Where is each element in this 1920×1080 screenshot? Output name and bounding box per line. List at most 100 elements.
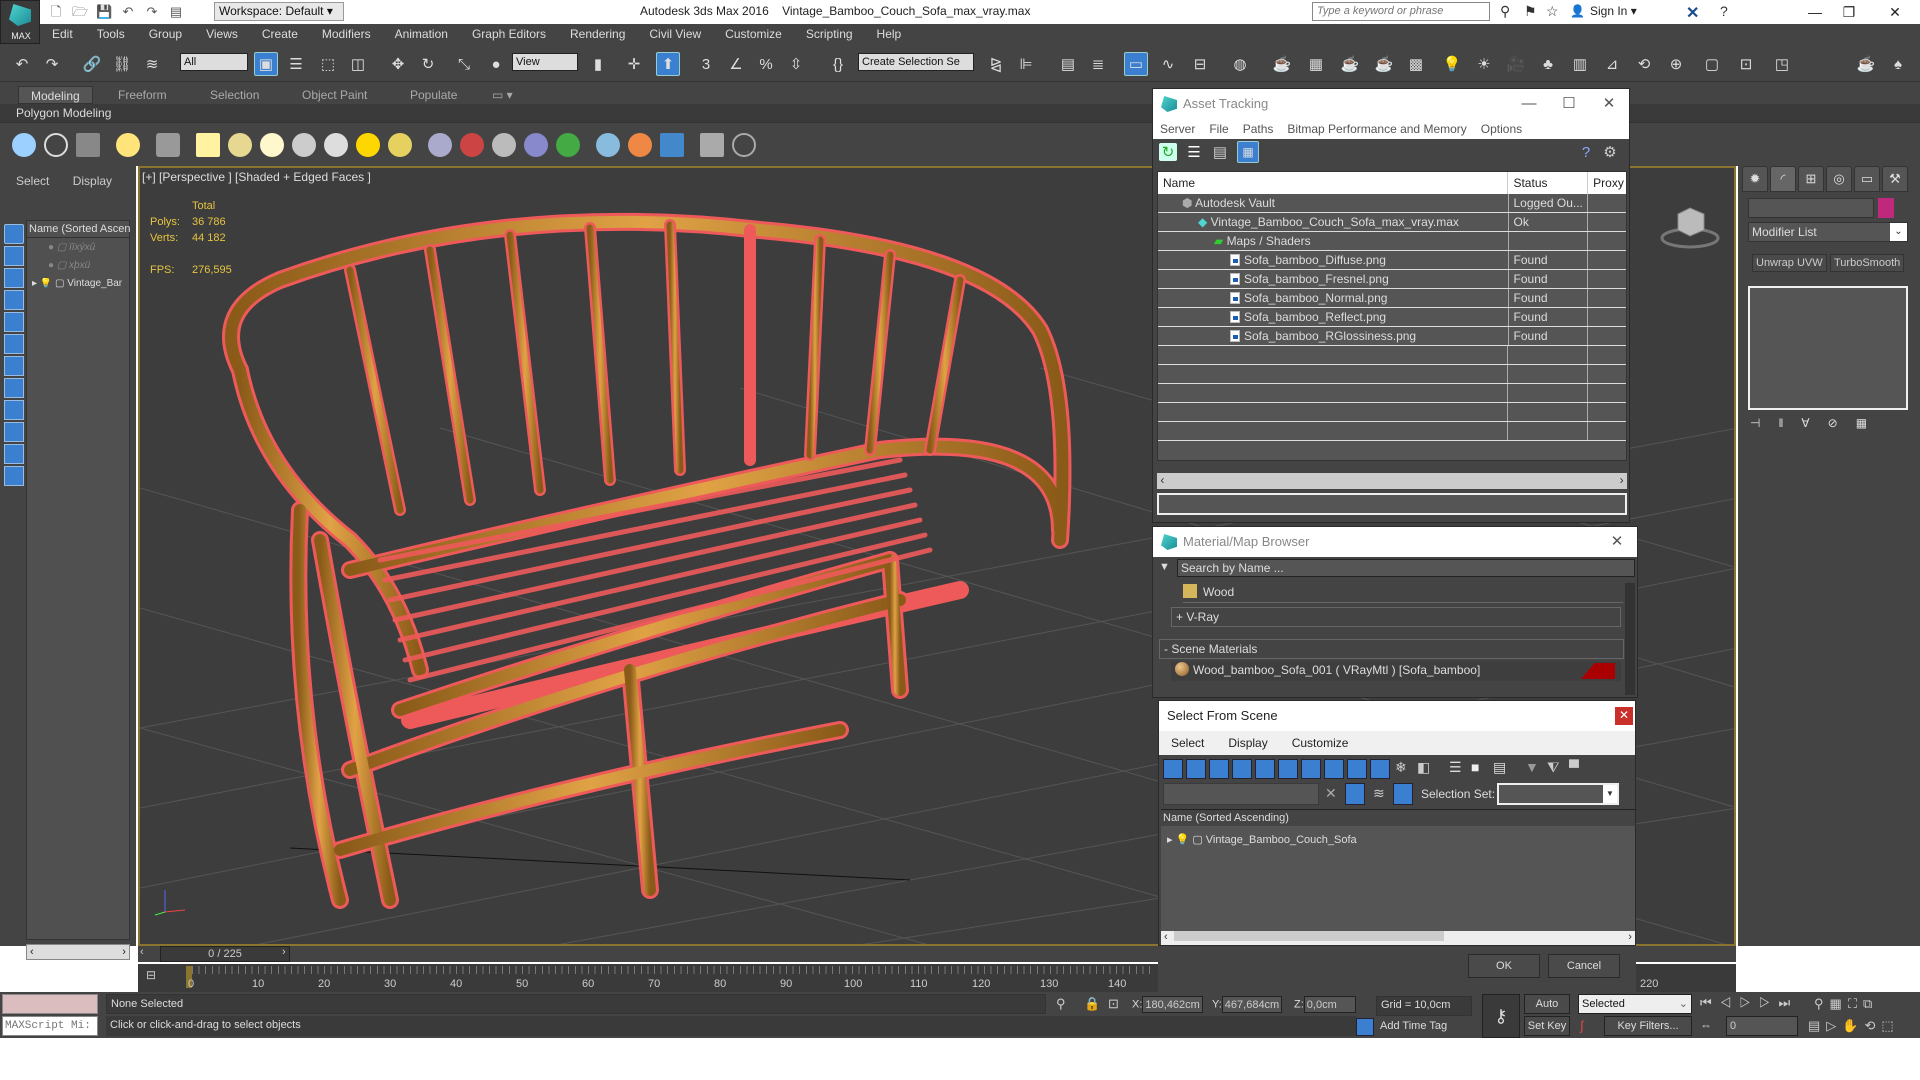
scale-icon[interactable]: ⤡ — [452, 52, 476, 76]
time-tag-icon[interactable] — [1356, 1018, 1374, 1036]
filter-selected-icon[interactable] — [1345, 783, 1365, 805]
key-icon[interactable]: ⚷ — [1482, 994, 1520, 1038]
pin-stack-icon[interactable]: ⊣ — [1750, 416, 1778, 430]
keyboard-shortcut-override-icon[interactable]: ⬆ — [656, 52, 680, 76]
modifier-list-dropdown[interactable]: Modifier List ⌄ — [1748, 222, 1908, 242]
align-icon[interactable]: ⊫ — [1014, 52, 1038, 76]
cancel-button[interactable]: Cancel — [1548, 954, 1620, 978]
rectangular-selection-icon[interactable]: ⬚ — [316, 52, 340, 76]
horizontal-scrollbar[interactable]: ‹ › — [26, 944, 130, 960]
z-coordinate-field[interactable]: 0,0cm — [1303, 996, 1356, 1013]
multi-material-icon[interactable] — [628, 133, 652, 157]
go-to-end-icon[interactable]: ⏭ — [1779, 995, 1799, 1010]
save-file-icon[interactable]: 💾 — [96, 4, 112, 20]
render-icon[interactable] — [660, 133, 684, 157]
tab-object-paint[interactable]: Object Paint — [290, 86, 379, 104]
select-all-icon[interactable]: ☰ — [1449, 759, 1462, 776]
render-production-icon[interactable]: ☕ — [1338, 52, 1362, 76]
menu-rendering[interactable]: Rendering — [558, 27, 637, 41]
column-name[interactable]: Name — [1158, 172, 1509, 194]
isolate-selection-icon[interactable]: ⚲ — [1056, 996, 1066, 1012]
undo-icon[interactable]: ↶ — [10, 52, 34, 76]
absolute-mode-icon[interactable]: ⊡ — [1108, 996, 1119, 1012]
viewport-icon[interactable]: ◳ — [1770, 52, 1794, 76]
table-view-icon[interactable]: ▦ — [1237, 141, 1259, 163]
render-setup-icon[interactable]: ☕ — [1270, 52, 1294, 76]
ies-light-icon[interactable] — [292, 133, 316, 157]
object-color-swatch[interactable] — [1878, 198, 1894, 218]
zoom-extents-icon[interactable]: ⛶ — [1848, 996, 1863, 1011]
new-file-icon[interactable]: 🗋 — [48, 4, 64, 20]
table-row[interactable]: Sofa_bamboo_Diffuse.png Found — [1158, 251, 1626, 270]
named-selection-dropdown[interactable]: Create Selection Se — [858, 53, 974, 71]
mirror-icon[interactable]: ⧎ — [984, 52, 1008, 76]
display-bones-icon[interactable] — [4, 400, 24, 420]
menu-animation[interactable]: Animation — [383, 27, 460, 41]
menu-create[interactable]: Create — [250, 27, 310, 41]
display-cameras-icon[interactable] — [4, 290, 24, 310]
render-window-icon[interactable]: ▢ — [1700, 52, 1724, 76]
display-shapes-icon[interactable] — [4, 246, 24, 266]
rotate-icon[interactable]: ↻ — [416, 52, 440, 76]
zoom-extents-all-icon[interactable]: ⧉ — [1863, 996, 1878, 1011]
undo-icon[interactable]: ↶ — [120, 4, 136, 20]
modifier-stack[interactable] — [1748, 286, 1908, 410]
menu-paths[interactable]: Paths — [1236, 122, 1281, 136]
rendered-frame-window-icon[interactable]: ▦ — [1304, 52, 1328, 76]
table-row[interactable]: Sofa_bamboo_Fresnel.png Found — [1158, 270, 1626, 289]
filter-options-icon[interactable]: ⧨ — [1547, 759, 1560, 776]
unwrap-uvw-button[interactable]: Unwrap UVW — [1752, 254, 1827, 272]
scene-tree-header[interactable]: Name (Sorted Ascending) — [26, 220, 130, 238]
orbit-icon[interactable]: ⟲ — [1864, 1018, 1881, 1033]
unlink-icon[interactable]: ⛓ — [110, 52, 134, 76]
angle-snap-icon[interactable]: ∠ — [724, 52, 748, 76]
sphere-light-icon[interactable] — [260, 133, 284, 157]
close-button[interactable]: ✕ — [1597, 527, 1637, 557]
vray-sphere-icon[interactable] — [388, 133, 412, 157]
hierarchy-tab-icon[interactable]: ⊞ — [1798, 166, 1824, 192]
help-search-input[interactable]: Type a keyword or phrase — [1312, 2, 1490, 21]
exchange-icon[interactable]: ✕ — [1686, 3, 1699, 23]
maximize-button[interactable]: ☐ — [1549, 89, 1589, 119]
teapot-icon[interactable]: ☕ — [1854, 52, 1878, 76]
schematic-view-icon[interactable]: ⊟ — [1188, 52, 1212, 76]
spinner-snap-icon[interactable]: ⇳ — [784, 52, 808, 76]
play-icon[interactable]: ▷ — [1739, 995, 1759, 1010]
menu-customize[interactable]: Customize — [713, 27, 794, 41]
display-cameras-icon[interactable] — [1232, 759, 1252, 779]
restore-button[interactable]: ❐ — [1834, 2, 1864, 22]
close-button[interactable]: ✕ — [1589, 89, 1629, 119]
select-object-icon[interactable]: ▣ — [254, 52, 278, 76]
table-row[interactable]: ◆ Vintage_Bamboo_Couch_Sofa_max_vray.max… — [1158, 213, 1626, 232]
bamboo-sofa-model[interactable] — [200, 210, 1100, 920]
menu-graph-editors[interactable]: Graph Editors — [460, 27, 558, 41]
display-frozen-icon[interactable] — [4, 444, 24, 464]
asset-tracking-titlebar[interactable]: Asset Tracking — ☐ ✕ — [1153, 89, 1629, 119]
viewcube[interactable] — [1660, 200, 1720, 250]
menu-modifiers[interactable]: Modifiers — [310, 27, 383, 41]
menu-views[interactable]: Views — [194, 27, 250, 41]
table-row[interactable]: Sofa_bamboo_Normal.png Found — [1158, 289, 1626, 308]
binoculars-icon[interactable]: ⚲ — [1500, 3, 1510, 20]
tree-view-icon[interactable]: ▤ — [1211, 143, 1229, 161]
motion-tab-icon[interactable]: ◎ — [1826, 166, 1852, 192]
display-containers-icon[interactable] — [4, 422, 24, 442]
favorites-icon[interactable]: ☆ — [1546, 3, 1559, 20]
tab-select[interactable]: Select — [16, 174, 49, 188]
menu-edit[interactable]: Edit — [40, 27, 85, 41]
make-unique-icon[interactable]: ∀ — [1801, 416, 1827, 430]
list-view-icon[interactable]: ☰ — [1185, 143, 1203, 161]
ribbon-options-icon[interactable]: ▭ ▾ — [480, 86, 525, 104]
display-xrefs-icon[interactable] — [4, 378, 24, 398]
plant-icon[interactable]: ♠ — [1886, 52, 1910, 76]
display-hidden-icon[interactable]: ◧ — [1417, 759, 1430, 776]
open-file-icon[interactable]: 🗁 — [72, 4, 88, 20]
viewport-label[interactable]: [+] [Perspective ] [Shaded + Edged Faces… — [142, 170, 371, 184]
table-row[interactable]: ▰ Maps / Shaders — [1158, 232, 1626, 251]
fur-icon[interactable] — [460, 133, 484, 157]
list-item[interactable]: Wood_bamboo_Sofa_001 ( VRayMtl ) [Sofa_b… — [1171, 661, 1621, 681]
scene-materials-group[interactable]: - Scene Materials — [1159, 639, 1624, 659]
render-frame-icon[interactable] — [76, 133, 100, 157]
material-browser-titlebar[interactable]: Material/Map Browser ✕ — [1153, 527, 1637, 557]
ok-button[interactable]: OK — [1468, 954, 1540, 978]
